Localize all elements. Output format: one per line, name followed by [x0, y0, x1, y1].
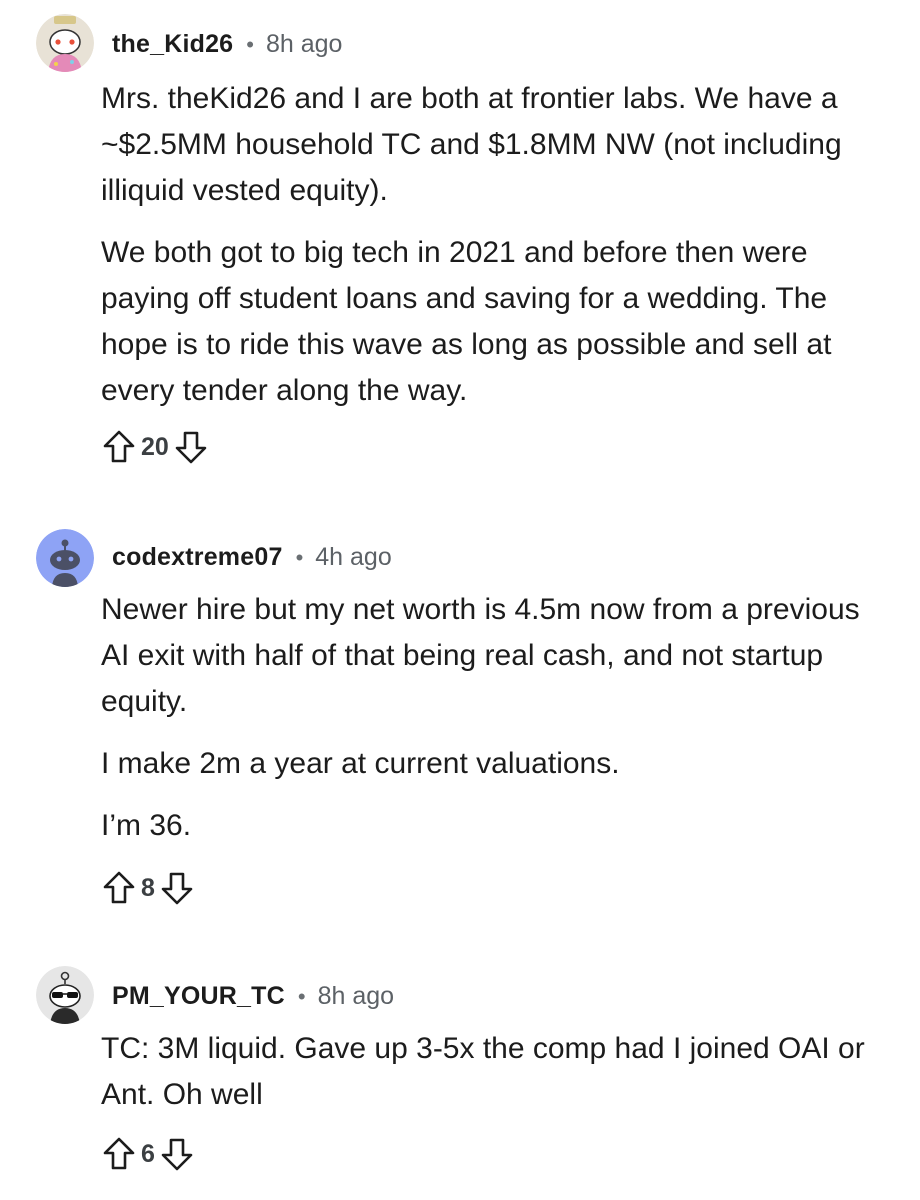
- downvote-arrow-icon[interactable]: [159, 869, 195, 907]
- timestamp: 8h ago: [266, 30, 343, 58]
- cartoon-avatar-icon: [36, 14, 94, 72]
- comment-paragraph: I make 2m a year at current valuations.: [101, 747, 620, 780]
- separator-dot: •: [297, 983, 306, 1009]
- timestamp: 4h ago: [315, 543, 392, 571]
- vote-bar: 20: [101, 428, 209, 466]
- vote-score: 8: [141, 873, 155, 902]
- separator-dot: •: [246, 31, 254, 57]
- comment-meta: the_Kid26 • 8h ago: [112, 30, 342, 59]
- downvote-arrow-icon[interactable]: [159, 1135, 195, 1173]
- comment-meta: PM_YOUR_TC • 8h ago: [112, 982, 394, 1011]
- comment-paragraph: I’m 36.: [101, 809, 192, 842]
- author-name[interactable]: codextreme07: [112, 543, 283, 572]
- default-snoo-avatar-icon: [36, 529, 94, 587]
- timestamp: 8h ago: [317, 982, 395, 1010]
- vote-bar: 6: [101, 1135, 195, 1173]
- vote-score: 20: [141, 432, 169, 461]
- sunglasses-avatar-icon: [36, 966, 94, 1024]
- separator-dot: •: [295, 544, 304, 570]
- comment-body: Mrs. theKid26 and I are both at frontier…: [101, 76, 891, 414]
- upvote-arrow-icon[interactable]: [101, 428, 137, 466]
- comment-body: TC: 3M liquid. Gave up 3-5x the comp had…: [101, 1026, 891, 1118]
- user-avatar[interactable]: [36, 14, 94, 72]
- author-name[interactable]: the_Kid26: [112, 30, 233, 59]
- comment-meta: codextreme07 • 4h ago: [112, 543, 392, 572]
- downvote-arrow-icon[interactable]: [173, 428, 209, 466]
- vote-bar: 8: [101, 869, 195, 907]
- comment-paragraph: TC: 3M liquid. Gave up 3-5x the comp had…: [101, 1032, 865, 1111]
- comment-body: Newer hire but my net worth is 4.5m now …: [101, 587, 891, 849]
- comment-paragraph: We both got to big tech in 2021 and befo…: [101, 236, 832, 407]
- user-avatar[interactable]: [36, 529, 94, 587]
- comment-paragraph: Newer hire but my net worth is 4.5m now …: [101, 593, 860, 718]
- upvote-arrow-icon[interactable]: [101, 1135, 137, 1173]
- user-avatar[interactable]: [36, 966, 94, 1024]
- vote-score: 6: [141, 1139, 155, 1168]
- author-name[interactable]: PM_YOUR_TC: [112, 982, 285, 1011]
- upvote-arrow-icon[interactable]: [101, 869, 137, 907]
- comment-paragraph: Mrs. theKid26 and I are both at frontier…: [101, 82, 842, 207]
